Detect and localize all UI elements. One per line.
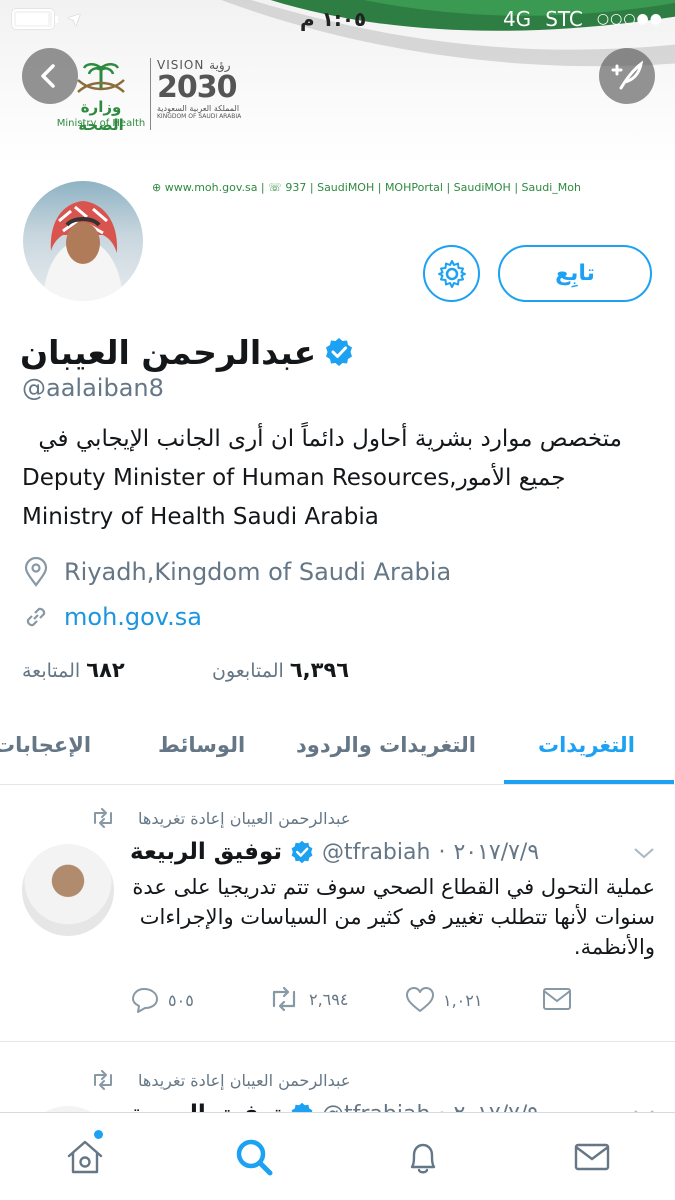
tab-tweets-replies[interactable]: التغريدات والردود [296,733,476,757]
follow-counts: ٦٨٢ المتابعة ٦,٣٩٦ المتابعون [22,658,352,688]
direct-message-button[interactable] [542,986,572,1012]
status-bar: ➤ ١:٠٥ م 4G STC ○○○●● [0,0,675,38]
nav-home[interactable] [63,1135,107,1179]
nav-messages[interactable] [570,1135,614,1179]
vision-year: 2030 [157,70,238,105]
new-content-indicator [94,1130,103,1139]
retweet-label: عبدالرحمن العيبان إعادة تغريدها [138,1070,351,1090]
verified-badge-icon [291,840,313,864]
carrier-name: STC [545,7,583,31]
display-name: عبدالرحمن العيبان [20,332,317,372]
retweet-context: عبدالرحمن العيبان إعادة تغريدها [90,806,350,830]
bio-line-2-en: Deputy Minister of Human Resources, [22,465,457,491]
tweet-author-handle[interactable]: @tfrabiah [322,1102,430,1113]
location-arrow-icon: ➤ [62,5,89,32]
vision-2030-logo: VISION رؤية 2030 المملكة العربية السعودي… [150,58,258,130]
profile-avatar[interactable] [18,176,148,306]
bio-line-1: متخصص موارد بشرية أحاول دائماً ان أرى ال… [38,426,622,452]
heart-icon [406,987,434,1012]
retweet-icon [272,986,296,1012]
palm-swords-emblem [77,63,125,93]
following-count[interactable]: ٦٨٢ المتابعة [22,658,125,682]
status-time: ١:٠٥ م [300,7,367,31]
ministry-of-health-logo: وزارة الصحة Ministry of Health [56,58,146,136]
tab-media[interactable]: الوسائط [158,733,245,757]
reply-count: ٥٠٥ [168,990,194,1010]
vision-country-english: KINGDOM OF SAUDI ARABIA [157,113,242,120]
website-link[interactable]: moh.gov.sa [64,603,202,631]
verified-badge-icon [326,338,353,366]
followers-count[interactable]: ٦,٣٩٦ المتابعون [212,658,349,682]
location-pin-icon [24,557,48,587]
network-type: 4G [502,7,532,31]
tweet-date: ٢٠١٧/٧/٩ [453,1102,539,1113]
profile-handle: @aalaiban8 [22,374,164,402]
nav-notifications[interactable] [401,1135,445,1179]
tweet-separator: · [438,839,446,865]
tab-tweets[interactable]: التغريدات [538,733,635,757]
link-icon [26,607,46,627]
tweet-actions: ٥٠٥ ٢,٦٩٤ ١,٠٢١ [130,986,580,1016]
envelope-icon [543,988,571,1010]
like-button[interactable]: ١,٠٢١ [405,986,482,1014]
search-icon [236,1139,273,1176]
retweet-icon [94,1070,112,1090]
bottom-tab-bar [0,1112,675,1200]
retweet-count: ٢,٦٩٤ [309,989,349,1009]
feather-plus-icon [611,60,644,90]
follow-button[interactable]: تابِع [498,245,652,302]
tweet-author-name[interactable]: توفيق الربيعة [130,839,282,865]
gear-icon [437,259,466,288]
following-number: ٦٨٢ [86,658,125,682]
profile-banner: ➤ ١:٠٥ م 4G STC ○○○●● وزارة الصحة Minist… [0,0,675,166]
tweet[interactable]: عبدالرحمن العيبان إعادة تغريدها توفيق ال… [0,790,675,1042]
nav-search[interactable] [232,1135,276,1179]
signal-strength-icon: ○○○●● [596,11,663,27]
tweet-author-handle[interactable]: @tfrabiah [322,840,430,865]
profile-location: Riyadh,Kingdom of Saudi Arabia [22,555,451,589]
bio-line-3: Ministry of Health Saudi Arabia [22,504,379,530]
vision-country-arabic: المملكة العربية السعودية [157,104,240,113]
tweet-separator: · [438,1102,445,1113]
tab-likes[interactable]: الإعجابات [0,733,91,757]
retweet-button[interactable]: ٢,٦٩٤ [267,986,348,1012]
retweet-context: عبدالرحمن العيبان إعادة تغريدها [90,1068,350,1092]
tweet-author-avatar[interactable] [22,844,114,936]
active-tab-indicator [504,780,674,784]
profile-tabs: التغريدات التغريدات والردود الوسائط الإع… [0,715,675,785]
like-count: ١,٠٢١ [443,990,483,1010]
envelope-icon [574,1143,610,1171]
bell-icon [410,1143,436,1174]
reply-button[interactable]: ٥٠٥ [130,986,194,1014]
banner-contact-info: ⊕ www.moh.gov.sa | ☏ 937 | SaudiMOH | MO… [152,181,581,194]
location-text: Riyadh,Kingdom of Saudi Arabia [64,558,452,586]
retweet-icon [94,808,112,828]
following-label: المتابعة [22,660,81,682]
tweet-author-name[interactable]: توفيق الربيعة [130,1101,282,1112]
followers-number: ٦,٣٩٦ [289,658,350,682]
tweet-header: توفيق الربيعة @tfrabiah · ٢٠١٧/٧/٩ [130,1098,539,1112]
tweet-text: عملية التحول في القطاع الصحي سوف تتم تدر… [132,875,655,959]
verified-badge-icon [291,1102,313,1112]
profile-website[interactable]: moh.gov.sa [22,600,202,634]
settings-button[interactable] [423,245,480,302]
bio-line-2-ar: جميع الأمور [456,465,566,491]
tweet-date: ٢٠١٧/٧/٩ [453,839,540,865]
followers-label: المتابعون [212,660,284,682]
profile-name-row: عبدالرحمن العيبان [20,330,354,374]
avatar-portrait [43,201,123,301]
home-icon [67,1140,103,1174]
compose-tweet-button[interactable] [599,48,655,104]
chevron-down-icon[interactable] [633,846,655,860]
tweet-header: توفيق الربيعة @tfrabiah · ٢٠١٧/٧/٩ [130,836,539,868]
reply-icon [132,988,158,1013]
battery-icon [12,8,58,29]
profile-bio: متخصص موارد بشرية أحاول دائماً ان أرى ال… [22,420,622,537]
tweet[interactable]: عبدالرحمن العيبان إعادة تغريدها توفيق ال… [0,1052,675,1112]
retweet-label: عبدالرحمن العيبان إعادة تغريدها [138,808,351,828]
moh-name-english: Ministry of Health [56,118,146,129]
